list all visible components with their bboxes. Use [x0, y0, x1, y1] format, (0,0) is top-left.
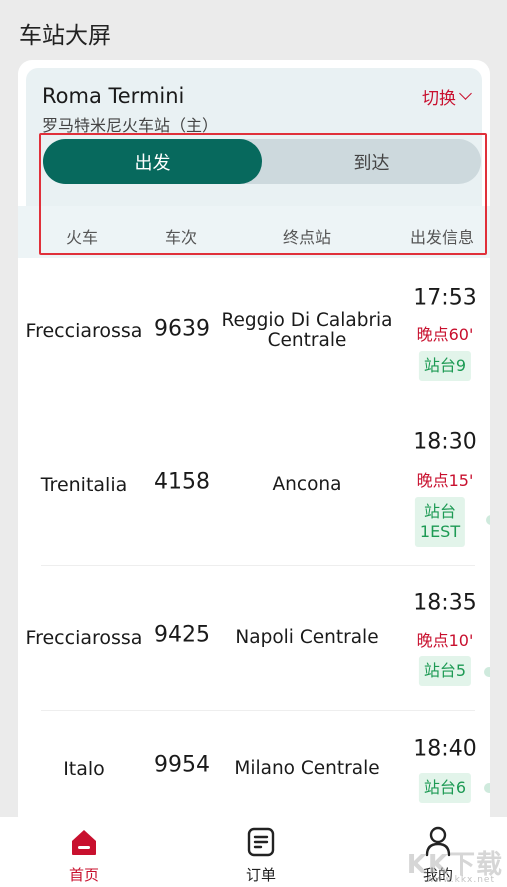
station-board-card: Roma Termini 罗马特米尼火车站（主） 切换 出发 到达 火车 车次 … [18, 60, 490, 830]
train-operator: Trenitalia [40, 474, 128, 496]
home-icon [72, 830, 96, 855]
platform-badge: 站台 1EST [414, 497, 466, 547]
table-row[interactable]: Italo 9954 Milano Centrale 18:40 站台6 [18, 710, 490, 830]
table-row[interactable]: Trenitalia 4158 Ancona 18:30 晚点15' 站台 1ES… [18, 413, 490, 565]
table-row[interactable]: Frecciarossa 9425 Napoli Centrale 18:35 … [18, 565, 490, 710]
page-title: 车站大屏 [19, 23, 111, 49]
delay-status: 晚点10' [416, 631, 474, 650]
platform-badge: 站台5 [418, 656, 472, 686]
train-destination: Reggio Di Calabria Centrale [221, 310, 393, 351]
scroll-indicator-dot [484, 783, 490, 793]
switch-station-button[interactable]: 切换 [422, 84, 472, 109]
train-destination: Ancona [272, 474, 342, 495]
tab-home-label: 首页 [68, 866, 99, 884]
tab-home[interactable]: 首页 [24, 817, 144, 887]
train-number: 4158 [154, 469, 210, 495]
watermark: KK下载 www.kkx.net [406, 850, 503, 885]
delay-status: 晚点15' [416, 471, 474, 490]
platform-badge: 站台6 [418, 773, 472, 803]
train-number: 9954 [154, 752, 210, 778]
train-operator: Italo [63, 758, 105, 780]
train-number: 9639 [154, 316, 210, 342]
departure-time: 18:30 [413, 429, 477, 455]
document-icon [247, 827, 275, 857]
platform-badge: 站台9 [418, 351, 472, 381]
train-operator: Frecciarossa [25, 627, 143, 649]
departure-time: 18:40 [413, 736, 477, 762]
tab-orders[interactable]: 订单 [201, 817, 321, 887]
table-row[interactable]: Frecciarossa 9639 Reggio Di Calabria Cent… [18, 268, 490, 413]
scroll-indicator-dot [486, 515, 490, 525]
train-destination: Napoli Centrale [235, 627, 379, 648]
tab-orders-label: 订单 [245, 866, 276, 884]
train-number: 9425 [154, 622, 210, 648]
highlight-box [39, 133, 487, 255]
scroll-indicator-dot [484, 667, 490, 677]
train-destination: Milano Centrale [234, 758, 380, 779]
station-name: Roma Termini [42, 84, 185, 108]
train-operator: Frecciarossa [25, 320, 143, 342]
switch-label: 切换 [422, 89, 456, 109]
departure-time: 17:53 [413, 285, 477, 311]
departure-time: 18:35 [413, 590, 477, 616]
delay-status: 晚点60' [416, 325, 474, 344]
chevron-down-icon [459, 87, 472, 100]
